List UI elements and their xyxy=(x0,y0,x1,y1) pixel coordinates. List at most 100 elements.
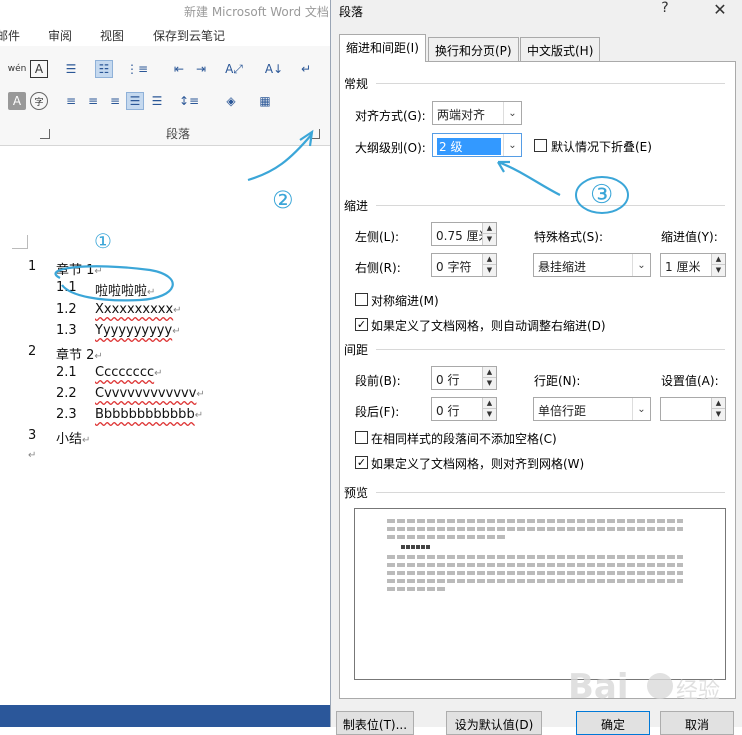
tab-label: 换行和分页(P) xyxy=(435,44,512,58)
no-space-same-style-checkbox[interactable] xyxy=(355,431,368,444)
line-spacing-label: 行距(N): xyxy=(534,374,581,388)
dialog-title: 段落 xyxy=(339,5,364,19)
spin-down-icon[interactable]: ▼ xyxy=(712,409,725,420)
snap-to-grid-label: 如果定义了文档网格，则对齐到网格(W) xyxy=(371,457,585,471)
chevron-down-icon: ⌄ xyxy=(503,134,521,156)
heading-number: 2 xyxy=(28,344,37,359)
char-border-icon[interactable]: A xyxy=(30,60,48,78)
font-dialog-launcher-icon[interactable] xyxy=(40,129,50,139)
spin-down-icon[interactable]: ▼ xyxy=(483,234,496,245)
tab-label: 中文版式(H) xyxy=(527,44,594,58)
spin-up-icon[interactable]: ▲ xyxy=(712,398,725,409)
set-default-button[interactable]: 设为默认值(D) xyxy=(446,711,542,735)
tab-asian-typography[interactable]: 中文版式(H) xyxy=(520,37,601,61)
spacing-at-spinner[interactable]: ▲ ▼ xyxy=(660,397,726,421)
increase-indent-icon[interactable]: ⇥ xyxy=(192,60,210,78)
close-icon[interactable]: ✕ xyxy=(709,0,731,19)
word-titlebar: 新建 Microsoft Word 文档 xyxy=(0,0,330,22)
sort-icon[interactable]: A↓ xyxy=(265,60,283,78)
heading-text[interactable]: 章节 1↵ xyxy=(56,259,103,278)
space-after-spinner[interactable]: 0 行 ▲ ▼ xyxy=(431,397,497,421)
spin-up-icon[interactable]: ▲ xyxy=(483,254,496,265)
tab-mailings[interactable]: 邮件 xyxy=(0,27,20,44)
align-left-icon[interactable]: ≡ xyxy=(62,92,80,110)
tab-indents-spacing[interactable]: 缩进和间距(I) xyxy=(339,34,426,62)
heading-text[interactable]: Xxxxxxxxxx↵ xyxy=(95,302,182,317)
paragraph-mark: ↵ xyxy=(94,266,103,277)
left-indent-spinner[interactable]: 0.75 厘米 ▲ ▼ xyxy=(431,222,497,246)
enclose-char-icon[interactable]: 字 xyxy=(30,92,48,110)
right-indent-label: 右侧(R): xyxy=(355,261,401,275)
space-before-spinner[interactable]: 0 行 ▲ ▼ xyxy=(431,366,497,390)
heading-text[interactable]: Cccccccc↵ xyxy=(95,365,163,380)
tab-save-to-cloud[interactable]: 保存到云笔记 xyxy=(153,27,225,44)
line-spacing-icon[interactable]: ↕≡ xyxy=(179,92,199,110)
heading-text[interactable]: 啦啦啦啦↵ xyxy=(95,280,155,299)
help-icon[interactable]: ? xyxy=(655,0,675,16)
spin-down-icon[interactable]: ▼ xyxy=(483,378,496,389)
heading-text[interactable]: Bbbbbbbbbbbb↵ xyxy=(95,407,203,422)
outline-level-select[interactable]: 2 级 ⌄ xyxy=(432,133,522,157)
mirror-indents-checkbox[interactable] xyxy=(355,293,368,306)
collapse-checkbox[interactable] xyxy=(534,139,547,152)
line-spacing-select[interactable]: 单倍行距 ⌄ xyxy=(533,397,651,421)
word-ribbon-tabs: 邮件 审阅 视图 保存到云笔记 xyxy=(0,24,330,46)
special-indent-select[interactable]: 悬挂缩进 ⌄ xyxy=(533,253,651,277)
spin-down-icon[interactable]: ▼ xyxy=(712,265,725,276)
spin-down-icon[interactable]: ▼ xyxy=(483,409,496,420)
multilevel-list-icon[interactable]: ⋮≡ xyxy=(126,60,148,78)
bullets-icon[interactable]: ☰ xyxy=(62,60,80,78)
word-statusbar xyxy=(0,705,330,727)
heading-number: 2.2 xyxy=(56,386,77,401)
collapse-label: 默认情况下折叠(E) xyxy=(551,140,652,154)
document-page[interactable]: 1 章节 1↵ 1.1 啦啦啦啦↵ 1.2 Xxxxxxxxxx↵ 1.3 Yy… xyxy=(0,147,330,705)
heading-label: Cccccccc xyxy=(95,365,155,380)
spin-down-icon[interactable]: ▼ xyxy=(483,265,496,276)
justify-icon[interactable]: ☰ xyxy=(126,92,144,110)
asian-layout-icon[interactable]: A⤢ xyxy=(225,60,243,78)
preview-line xyxy=(387,555,683,559)
phonetic-guide-icon[interactable]: wén xyxy=(8,60,27,78)
heading-text[interactable]: Yyyyyyyyyy↵ xyxy=(95,323,181,338)
ok-button[interactable]: 确定 xyxy=(576,711,650,735)
spin-up-icon[interactable]: ▲ xyxy=(483,223,496,234)
cancel-button[interactable]: 取消 xyxy=(660,711,734,735)
decrease-indent-icon[interactable]: ⇤ xyxy=(170,60,188,78)
heading-number: 1.1 xyxy=(56,280,77,295)
spin-up-icon[interactable]: ▲ xyxy=(483,367,496,378)
paragraph-dialog-launcher-icon[interactable] xyxy=(310,129,320,139)
heading-text[interactable]: Cvvvvvvvvvvvv↵ xyxy=(95,386,205,401)
section-divider xyxy=(376,205,725,206)
distributed-icon[interactable]: ☰ xyxy=(148,92,166,110)
button-label: 确定 xyxy=(600,718,625,732)
space-before-label: 段前(B): xyxy=(355,374,401,388)
tab-line-page-breaks[interactable]: 换行和分页(P) xyxy=(428,37,519,61)
heading-text[interactable]: 章节 2↵ xyxy=(56,344,103,363)
alignment-select[interactable]: 两端对齐 ⌄ xyxy=(432,101,522,125)
chevron-down-icon: ⌄ xyxy=(632,254,650,276)
special-indent-label: 特殊格式(S): xyxy=(534,230,604,244)
spin-up-icon[interactable]: ▲ xyxy=(483,398,496,409)
tabs-button[interactable]: 制表位(T)... xyxy=(336,711,414,735)
paragraph-mark: ↵ xyxy=(173,305,182,316)
right-indent-spinner[interactable]: 0 字符 ▲ ▼ xyxy=(431,253,497,277)
heading-row: 2 xyxy=(28,344,36,359)
spin-up-icon[interactable]: ▲ xyxy=(712,254,725,265)
heading-text[interactable]: 小结↵ xyxy=(56,428,90,447)
paragraph-group-label: 段落 xyxy=(166,127,191,141)
tab-view[interactable]: 视图 xyxy=(100,27,124,44)
paragraph-mark: ↵ xyxy=(147,287,156,298)
space-before-value: 0 行 xyxy=(436,373,460,387)
shading-icon[interactable]: ◈ xyxy=(222,92,240,110)
center-icon[interactable]: ≡ xyxy=(84,92,102,110)
numbering-icon[interactable]: ☷ xyxy=(95,60,113,78)
snap-to-grid-checkbox[interactable]: ✓ xyxy=(355,456,368,469)
auto-adjust-checkbox[interactable]: ✓ xyxy=(355,318,368,331)
align-right-icon[interactable]: ≡ xyxy=(106,92,124,110)
borders-icon[interactable]: ▦ xyxy=(256,92,274,110)
shaded-char-icon[interactable]: A xyxy=(8,92,26,110)
show-marks-icon[interactable]: ↵ xyxy=(297,60,315,78)
heading-row: 2.3 xyxy=(56,407,77,422)
indent-by-spinner[interactable]: 1 厘米 ▲ ▼ xyxy=(660,253,726,277)
tab-review[interactable]: 审阅 xyxy=(48,27,72,44)
